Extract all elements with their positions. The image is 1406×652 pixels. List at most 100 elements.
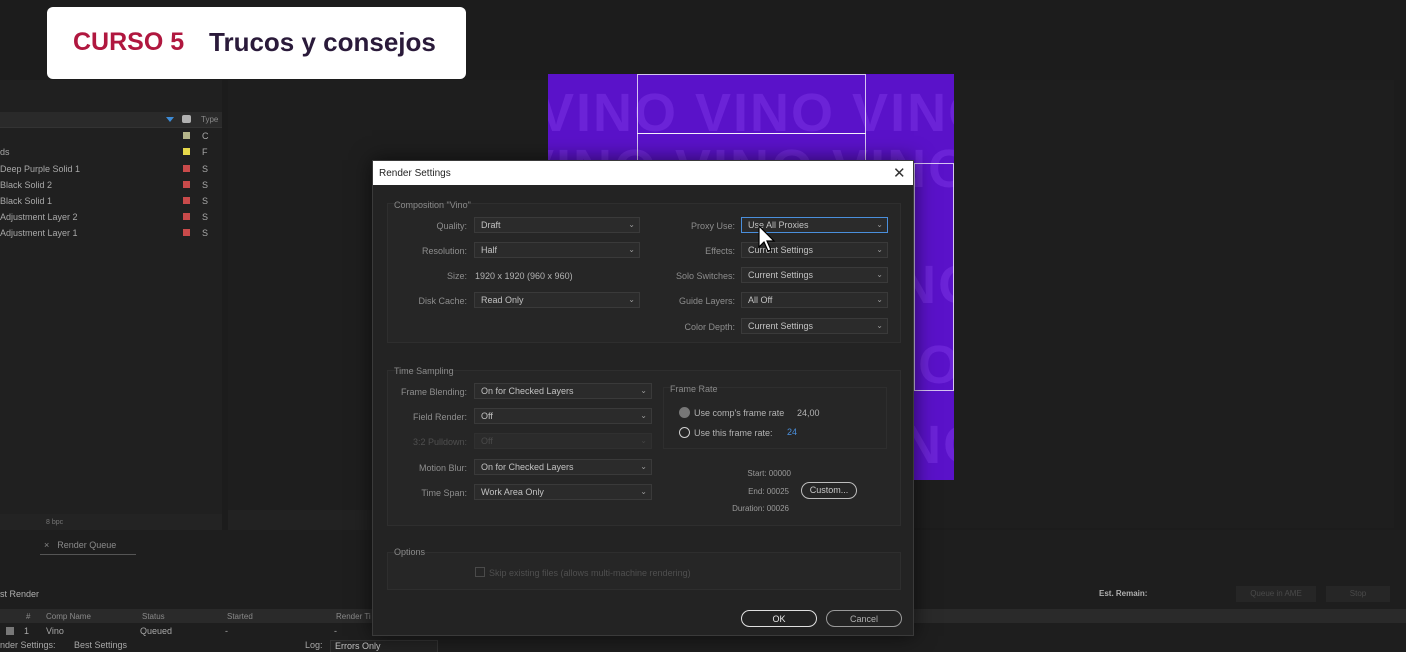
- guide-box: [914, 163, 954, 391]
- frame-blending-label: Frame Blending:: [400, 387, 467, 397]
- quality-value: Draft: [481, 220, 501, 230]
- list-item[interactable]: Black Solid 2 S: [0, 177, 222, 193]
- use-this-rate-input[interactable]: 24: [787, 427, 797, 437]
- close-icon[interactable]: ✕: [893, 164, 906, 182]
- motion-blur-dropdown[interactable]: On for Checked Layers ⌄: [474, 459, 652, 475]
- resolution-dropdown[interactable]: Half ⌄: [474, 242, 640, 258]
- viewer-toolbar: [228, 510, 378, 530]
- options-group-label: Options: [394, 547, 426, 557]
- item-type: S: [202, 212, 209, 222]
- time-span-value: Work Area Only: [481, 487, 544, 497]
- col-render-time[interactable]: Render Ti: [336, 612, 371, 621]
- current-render-label: st Render: [0, 589, 40, 599]
- use-this-rate-radio[interactable]: [679, 427, 690, 438]
- color-depth-dropdown[interactable]: Current Settings ⌄: [741, 318, 888, 334]
- item-type: S: [202, 180, 209, 190]
- course-number: CURSO 5: [73, 28, 185, 56]
- guide-layers-dropdown[interactable]: All Off ⌄: [741, 292, 888, 308]
- frame-blending-dropdown[interactable]: On for Checked Layers ⌄: [474, 383, 652, 399]
- use-comp-rate-label[interactable]: Use comp's frame rate: [694, 408, 784, 418]
- log-label: Log:: [305, 640, 323, 650]
- time-span-label: Time Span:: [421, 488, 467, 498]
- row-comp-name: Vino: [46, 626, 64, 636]
- chevron-down-icon: ⌄: [876, 220, 883, 229]
- stop-button[interactable]: Stop: [1326, 586, 1390, 602]
- col-status[interactable]: Status: [142, 612, 165, 621]
- guide-box: [637, 74, 866, 134]
- quality-label: Quality:: [436, 221, 467, 231]
- chevron-down-icon: ⌄: [640, 462, 647, 471]
- label-swatch[interactable]: [183, 213, 190, 220]
- skip-existing-checkbox[interactable]: [475, 567, 485, 577]
- field-render-value: Off: [481, 411, 493, 421]
- solo-switches-dropdown[interactable]: Current Settings ⌄: [741, 267, 888, 283]
- label-swatch[interactable]: [183, 229, 190, 236]
- list-item[interactable]: ds F: [0, 144, 222, 160]
- label-swatch[interactable]: [183, 132, 190, 139]
- use-comp-rate-value: 24,00: [797, 408, 820, 418]
- row-label-swatch[interactable]: [6, 627, 14, 635]
- start-value: Start: 00000: [747, 469, 791, 478]
- use-this-rate-label[interactable]: Use this frame rate:: [694, 428, 773, 438]
- list-item[interactable]: Adjustment Layer 1 S: [0, 225, 222, 241]
- col-started[interactable]: Started: [227, 612, 253, 621]
- color-depth-label: Color Depth:: [684, 322, 735, 332]
- color-depth-value: Current Settings: [748, 321, 814, 331]
- resolution-label: Resolution:: [421, 246, 467, 256]
- guide-layers-value: All Off: [748, 295, 773, 305]
- row-status: Queued: [140, 626, 173, 636]
- item-name: ds: [0, 147, 10, 157]
- type-column-header[interactable]: Type: [201, 115, 218, 124]
- label-swatch[interactable]: [183, 165, 190, 172]
- row-render-time: -: [334, 626, 337, 636]
- dialog-titlebar[interactable]: Render Settings ✕: [373, 161, 913, 185]
- log-dropdown[interactable]: Errors Only: [330, 640, 438, 652]
- queue-in-ame-button[interactable]: Queue in AME: [1236, 586, 1316, 602]
- quality-dropdown[interactable]: Draft ⌄: [474, 217, 640, 233]
- disk-cache-dropdown[interactable]: Read Only ⌄: [474, 292, 640, 308]
- render-queue-tab[interactable]: × Render Queue: [44, 540, 116, 550]
- label-swatch[interactable]: [183, 181, 190, 188]
- bit-depth-button[interactable]: 8 bpc: [46, 519, 63, 526]
- cancel-button[interactable]: Cancel: [826, 610, 902, 627]
- col-comp-name[interactable]: Comp Name: [46, 612, 91, 621]
- chevron-down-icon: ⌄: [876, 321, 883, 330]
- ok-button[interactable]: OK: [741, 610, 817, 627]
- time-span-dropdown[interactable]: Work Area Only ⌄: [474, 484, 652, 500]
- est-remain-label: Est. Remain:: [1099, 589, 1148, 598]
- list-item[interactable]: Adjustment Layer 2 S: [0, 209, 222, 225]
- custom-button[interactable]: Custom...: [801, 482, 857, 499]
- frame-rate-group: [663, 387, 887, 449]
- render-settings-value[interactable]: Best Settings: [74, 640, 127, 650]
- field-render-dropdown[interactable]: Off ⌄: [474, 408, 652, 424]
- skip-existing-label[interactable]: Skip existing files (allows multi-machin…: [489, 568, 691, 578]
- course-title: Trucos y consejos: [209, 27, 436, 57]
- label-swatch[interactable]: [183, 148, 190, 155]
- duration-value: Duration: 00026: [732, 504, 789, 513]
- item-type: S: [202, 164, 209, 174]
- item-type: C: [202, 131, 209, 141]
- row-num: 1: [24, 626, 30, 636]
- chevron-down-icon: ⌄: [640, 411, 647, 420]
- list-item[interactable]: C: [0, 128, 222, 144]
- item-type: S: [202, 228, 209, 238]
- end-value: End: 00025: [748, 487, 789, 496]
- motion-blur-value: On for Checked Layers: [481, 462, 574, 472]
- label-swatch[interactable]: [183, 197, 190, 204]
- chevron-down-icon: ⌄: [876, 295, 883, 304]
- disk-cache-label: Disk Cache:: [418, 296, 467, 306]
- chevron-down-icon: ⌄: [628, 220, 635, 229]
- chevron-down-icon: ⌄: [640, 487, 647, 496]
- list-item[interactable]: Black Solid 1 S: [0, 193, 222, 209]
- motion-blur-label: Motion Blur:: [418, 463, 467, 473]
- sort-arrow-icon[interactable]: [166, 117, 174, 122]
- col-num[interactable]: #: [26, 612, 30, 621]
- list-item[interactable]: Deep Purple Solid 1 S: [0, 161, 222, 177]
- render-settings-label: nder Settings:: [0, 640, 56, 650]
- frame-rate-group-label: Frame Rate: [670, 384, 718, 394]
- use-comp-rate-radio[interactable]: [679, 407, 690, 418]
- chevron-down-icon: ⌄: [628, 295, 635, 304]
- chevron-down-icon: ⌄: [640, 436, 647, 445]
- composition-group-label: Composition "Vino": [394, 200, 471, 210]
- disk-cache-value: Read Only: [481, 295, 524, 305]
